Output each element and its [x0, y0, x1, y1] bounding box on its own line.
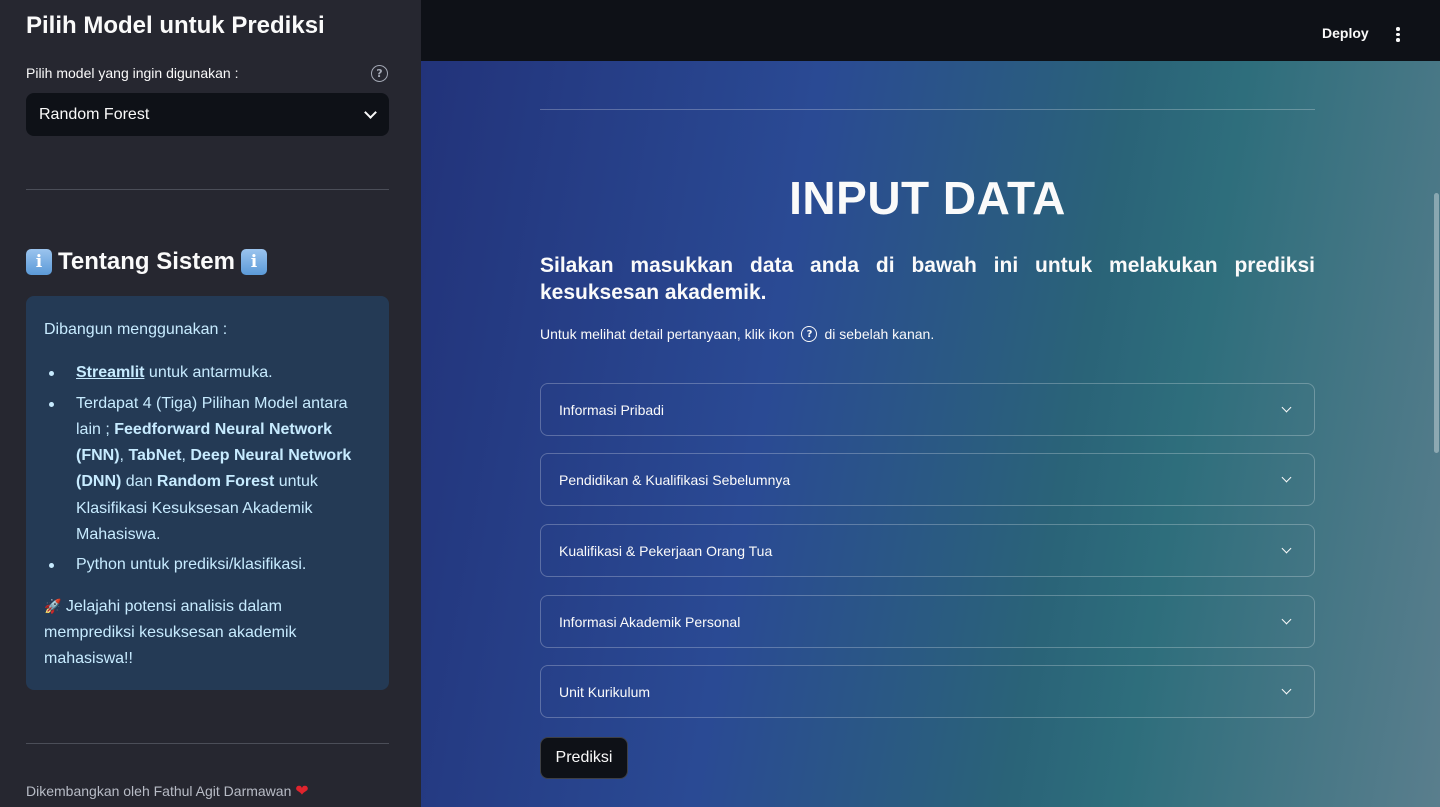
hint-text: Untuk melihat detail pertanyaan, klik ik…	[540, 326, 934, 342]
list-item-text: dan	[121, 473, 157, 491]
predict-button[interactable]: Prediksi	[540, 737, 628, 779]
about-title: i Tentang Sistem i	[26, 248, 267, 276]
info-intro: Dibangun menggunakan :	[44, 321, 228, 338]
chevron-down-icon	[1281, 402, 1292, 413]
page-title: INPUT DATA	[789, 172, 1066, 224]
info-icon: i	[240, 249, 267, 275]
expander-akademik-personal[interactable]: Informasi Akademik Personal	[540, 595, 1315, 648]
footer-credit: Dikembangkan oleh Fathul Agit Darmawan ❤	[26, 781, 309, 801]
help-icon: ?	[801, 326, 818, 342]
sidebar-title: Pilih Model untuk Prediksi	[26, 12, 325, 39]
chevron-down-icon	[1281, 543, 1292, 554]
expander-informasi-pribadi[interactable]: Informasi Pribadi	[540, 383, 1315, 436]
main-divider	[540, 109, 1315, 110]
main-content: INPUT DATA Silakan masukkan data anda di…	[421, 61, 1440, 807]
list-item: Python untuk prediksi/klasifikasi.	[44, 552, 371, 578]
info-closing-text: Jelajahi potensi analisis dalam mempredi…	[44, 597, 297, 668]
deploy-button[interactable]: Deploy	[1322, 25, 1369, 41]
page-subtitle: Silakan masukkan data anda di bawah ini …	[540, 254, 1315, 304]
expander-orang-tua[interactable]: Kualifikasi & Pekerjaan Orang Tua	[540, 524, 1315, 577]
model-select-label: Pilih model yang ingin digunakan :	[26, 65, 239, 81]
heart-icon: ❤	[295, 783, 309, 800]
list-item-text: untuk antarmuka.	[144, 364, 273, 382]
chevron-down-icon	[364, 105, 377, 119]
sidebar-divider	[26, 189, 389, 190]
info-list: Streamlit untuk antarmuka. Terdapat 4 (T…	[44, 360, 371, 578]
about-title-text: Tentang Sistem	[58, 248, 235, 275]
hint-before: Untuk melihat detail pertanyaan, klik ik…	[540, 326, 795, 342]
expander-label: Informasi Akademik Personal	[559, 613, 741, 630]
info-closing: 🚀 Jelajahi potensi analisis dalam mempre…	[44, 593, 371, 673]
chevron-down-icon	[1281, 472, 1292, 483]
model-name: TabNet	[128, 447, 182, 465]
model-name: Random Forest	[156, 473, 275, 491]
info-icon: i	[26, 249, 52, 275]
footer-text: Dikembangkan oleh Fathul Agit Darmawan	[26, 783, 296, 799]
list-item: Terdapat 4 (Tiga) Pilihan Model antara l…	[44, 391, 371, 549]
more-menu-icon[interactable]	[1394, 27, 1402, 43]
help-icon[interactable]: ?	[371, 65, 388, 82]
expander-label: Pendidikan & Kualifikasi Sebelumnya	[559, 471, 791, 488]
rocket-icon: 🚀	[44, 597, 62, 614]
list-item-text: Python untuk prediksi/klasifikasi.	[76, 556, 307, 574]
model-select-value: Random Forest	[39, 105, 150, 123]
expander-label: Unit Kurikulum	[559, 683, 651, 700]
chevron-down-icon	[1281, 614, 1292, 625]
sidebar-divider	[26, 743, 389, 744]
expander-pendidikan[interactable]: Pendidikan & Kualifikasi Sebelumnya	[540, 453, 1315, 506]
top-header: Deploy	[421, 0, 1440, 61]
about-info-box: Dibangun menggunakan : Streamlit untuk a…	[26, 296, 389, 690]
model-select[interactable]: Random Forest	[26, 93, 389, 136]
chevron-down-icon	[1281, 684, 1292, 695]
list-item: Streamlit untuk antarmuka.	[44, 360, 371, 386]
expander-label: Informasi Pribadi	[559, 401, 665, 418]
scrollbar[interactable]	[1434, 193, 1439, 453]
streamlit-link[interactable]: Streamlit	[76, 364, 144, 381]
expander-label: Kualifikasi & Pekerjaan Orang Tua	[559, 542, 773, 559]
hint-after: di sebelah kanan.	[824, 326, 935, 342]
sidebar: Pilih Model untuk Prediksi Pilih model y…	[0, 0, 421, 807]
expander-unit-kurikulum[interactable]: Unit Kurikulum	[540, 665, 1315, 718]
